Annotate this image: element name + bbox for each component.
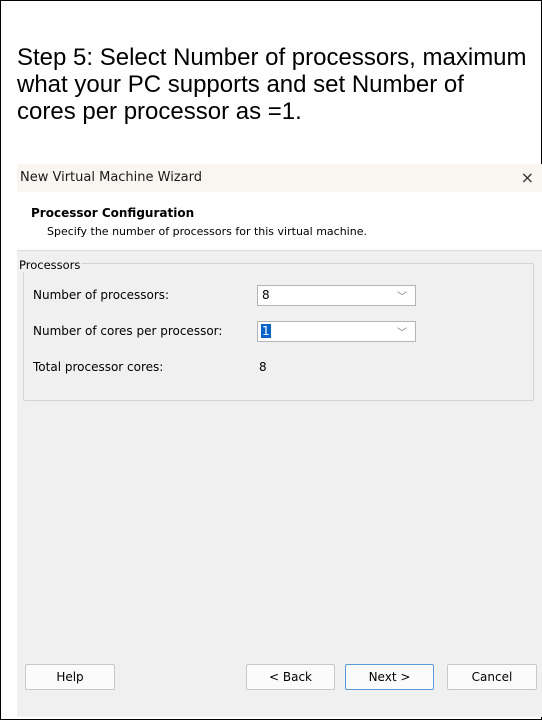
next-button[interactable]: Next >	[345, 664, 434, 690]
wizard-header: Processor Configuration Specify the numb…	[17, 192, 542, 251]
close-icon[interactable]: ×	[521, 168, 534, 187]
back-button[interactable]: < Back	[246, 664, 335, 690]
wizard-dialog: New Virtual Machine Wizard × Processor C…	[17, 164, 542, 717]
cores-per-processor-select[interactable]: 1 ﹀	[257, 321, 416, 342]
help-button[interactable]: Help	[25, 664, 115, 690]
page-subtitle: Specify the number of processors for thi…	[47, 225, 367, 238]
window-title: New Virtual Machine Wizard	[20, 170, 202, 185]
num-processors-value: 8	[262, 288, 270, 302]
page-title: Processor Configuration	[31, 206, 195, 220]
total-cores-label: Total processor cores:	[33, 360, 164, 374]
title-bar: New Virtual Machine Wizard ×	[17, 164, 542, 192]
num-processors-select[interactable]: 8 ﹀	[257, 285, 416, 306]
cores-per-processor-value: 1	[261, 324, 271, 338]
chevron-down-icon: ﹀	[397, 292, 407, 303]
cores-per-processor-label: Number of cores per processor:	[33, 324, 223, 338]
cancel-button[interactable]: Cancel	[447, 664, 537, 690]
step-instruction: Step 5: Select Number of processors, max…	[17, 44, 527, 125]
total-cores-value: 8	[259, 360, 267, 374]
num-processors-label: Number of processors:	[33, 288, 170, 302]
chevron-down-icon: ﹀	[397, 328, 407, 339]
processors-group-label: Processors	[18, 258, 82, 272]
